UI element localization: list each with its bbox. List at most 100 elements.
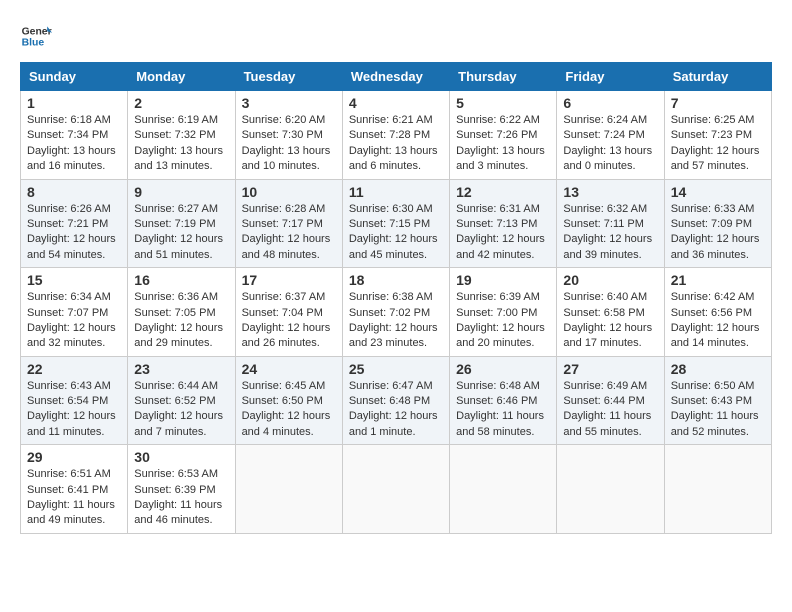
day-details: Sunrise: 6:32 AMSunset: 7:11 PMDaylight:…	[563, 202, 657, 264]
day-number: 8	[27, 184, 121, 200]
calendar-cell: 8Sunrise: 6:26 AMSunset: 7:21 PMDaylight…	[21, 179, 128, 268]
day-details: Sunrise: 6:38 AMSunset: 7:02 PMDaylight:…	[349, 290, 443, 352]
calendar-cell: 6 Sunrise: 6:24 AMSunset: 7:24 PMDaylight…	[557, 91, 664, 180]
calendar-cell: 10 Sunrise: 6:28 AMSunset: 7:17 PMDayligh…	[235, 179, 342, 268]
day-number: 2	[134, 95, 228, 111]
calendar-cell: 14 Sunrise: 6:33 AMSunset: 7:09 PMDayligh…	[664, 179, 771, 268]
day-details: Sunrise: 6:53 AMSunset: 6:39 PMDaylight:…	[134, 467, 228, 529]
weekday-header: Saturday	[664, 63, 771, 91]
day-number: 9	[134, 184, 228, 200]
weekday-header: Friday	[557, 63, 664, 91]
day-details: Sunrise: 6:45 AMSunset: 6:50 PMDaylight:…	[242, 379, 336, 441]
calendar-cell: 26Sunrise: 6:48 AMSunset: 6:46 PMDayligh…	[450, 356, 557, 445]
day-number: 24	[242, 361, 336, 377]
calendar-cell: 17 Sunrise: 6:37 AMSunset: 7:04 PMDayligh…	[235, 268, 342, 357]
day-number: 18	[349, 272, 443, 288]
calendar-cell: 7 Sunrise: 6:25 AMSunset: 7:23 PMDaylight…	[664, 91, 771, 180]
day-details: Sunrise: 6:30 AMSunset: 7:15 PMDaylight:…	[349, 202, 443, 264]
day-number: 7	[671, 95, 765, 111]
day-number: 10	[242, 184, 336, 200]
day-details: Sunrise: 6:20 AMSunset: 7:30 PMDaylight:…	[242, 113, 336, 175]
day-details: Sunrise: 6:39 AMSunset: 7:00 PMDaylight:…	[456, 290, 550, 352]
weekday-header: Sunday	[21, 63, 128, 91]
day-number: 11	[349, 184, 443, 200]
calendar-cell	[235, 445, 342, 534]
calendar-week-row: 15Sunrise: 6:34 AMSunset: 7:07 PMDayligh…	[21, 268, 772, 357]
day-details: Sunrise: 6:36 AMSunset: 7:05 PMDaylight:…	[134, 290, 228, 352]
calendar-body: 1Sunrise: 6:18 AMSunset: 7:34 PMDaylight…	[21, 91, 772, 534]
day-number: 25	[349, 361, 443, 377]
day-number: 30	[134, 449, 228, 465]
calendar-cell: 23 Sunrise: 6:44 AMSunset: 6:52 PMDayligh…	[128, 356, 235, 445]
weekday-header: Tuesday	[235, 63, 342, 91]
day-details: Sunrise: 6:24 AMSunset: 7:24 PMDaylight:…	[563, 113, 657, 175]
calendar-header-row: SundayMondayTuesdayWednesdayThursdayFrid…	[21, 63, 772, 91]
calendar-cell	[664, 445, 771, 534]
calendar-cell: 2Sunrise: 6:19 AMSunset: 7:32 PMDaylight…	[128, 91, 235, 180]
calendar-cell: 30 Sunrise: 6:53 AMSunset: 6:39 PMDayligh…	[128, 445, 235, 534]
calendar-cell: 27 Sunrise: 6:49 AMSunset: 6:44 PMDayligh…	[557, 356, 664, 445]
day-number: 3	[242, 95, 336, 111]
day-number: 23	[134, 361, 228, 377]
day-number: 22	[27, 361, 121, 377]
day-details: Sunrise: 6:33 AMSunset: 7:09 PMDaylight:…	[671, 202, 765, 264]
calendar-week-row: 22 Sunrise: 6:43 AMSunset: 6:54 PMDayligh…	[21, 356, 772, 445]
day-details: Sunrise: 6:51 AMSunset: 6:41 PMDaylight:…	[27, 467, 121, 529]
day-details: Sunrise: 6:21 AMSunset: 7:28 PMDaylight:…	[349, 113, 443, 175]
calendar-cell: 15Sunrise: 6:34 AMSunset: 7:07 PMDayligh…	[21, 268, 128, 357]
day-details: Sunrise: 6:50 AMSunset: 6:43 PMDaylight:…	[671, 379, 765, 441]
day-details: Sunrise: 6:48 AMSunset: 6:46 PMDaylight:…	[456, 379, 550, 441]
day-number: 27	[563, 361, 657, 377]
day-number: 21	[671, 272, 765, 288]
calendar-cell: 3 Sunrise: 6:20 AMSunset: 7:30 PMDaylight…	[235, 91, 342, 180]
day-details: Sunrise: 6:43 AMSunset: 6:54 PMDaylight:…	[27, 379, 121, 441]
day-number: 5	[456, 95, 550, 111]
calendar-cell: 18 Sunrise: 6:38 AMSunset: 7:02 PMDayligh…	[342, 268, 449, 357]
calendar-cell: 9 Sunrise: 6:27 AMSunset: 7:19 PMDaylight…	[128, 179, 235, 268]
logo-icon: General Blue	[20, 20, 52, 52]
day-number: 28	[671, 361, 765, 377]
day-number: 4	[349, 95, 443, 111]
day-details: Sunrise: 6:42 AMSunset: 6:56 PMDaylight:…	[671, 290, 765, 352]
weekday-header: Wednesday	[342, 63, 449, 91]
svg-text:Blue: Blue	[22, 38, 45, 49]
calendar-cell: 16 Sunrise: 6:36 AMSunset: 7:05 PMDayligh…	[128, 268, 235, 357]
day-number: 17	[242, 272, 336, 288]
calendar-cell	[450, 445, 557, 534]
calendar-cell: 24 Sunrise: 6:45 AMSunset: 6:50 PMDayligh…	[235, 356, 342, 445]
day-number: 19	[456, 272, 550, 288]
day-details: Sunrise: 6:28 AMSunset: 7:17 PMDaylight:…	[242, 202, 336, 264]
day-details: Sunrise: 6:49 AMSunset: 6:44 PMDaylight:…	[563, 379, 657, 441]
weekday-header: Monday	[128, 63, 235, 91]
calendar-cell: 22 Sunrise: 6:43 AMSunset: 6:54 PMDayligh…	[21, 356, 128, 445]
day-number: 13	[563, 184, 657, 200]
logo: General Blue	[20, 20, 52, 52]
day-details: Sunrise: 6:37 AMSunset: 7:04 PMDaylight:…	[242, 290, 336, 352]
calendar-cell: 11 Sunrise: 6:30 AMSunset: 7:15 PMDayligh…	[342, 179, 449, 268]
day-details: Sunrise: 6:31 AMSunset: 7:13 PMDaylight:…	[456, 202, 550, 264]
calendar-cell: 20 Sunrise: 6:40 AMSunset: 6:58 PMDayligh…	[557, 268, 664, 357]
calendar-week-row: 1Sunrise: 6:18 AMSunset: 7:34 PMDaylight…	[21, 91, 772, 180]
day-details: Sunrise: 6:22 AMSunset: 7:26 PMDaylight:…	[456, 113, 550, 175]
calendar-week-row: 29 Sunrise: 6:51 AMSunset: 6:41 PMDayligh…	[21, 445, 772, 534]
calendar-cell: 28 Sunrise: 6:50 AMSunset: 6:43 PMDayligh…	[664, 356, 771, 445]
day-number: 15	[27, 272, 121, 288]
day-number: 14	[671, 184, 765, 200]
day-number: 1	[27, 95, 121, 111]
day-number: 16	[134, 272, 228, 288]
day-details: Sunrise: 6:40 AMSunset: 6:58 PMDaylight:…	[563, 290, 657, 352]
day-details: Sunrise: 6:44 AMSunset: 6:52 PMDaylight:…	[134, 379, 228, 441]
calendar-cell: 29 Sunrise: 6:51 AMSunset: 6:41 PMDayligh…	[21, 445, 128, 534]
calendar-week-row: 8Sunrise: 6:26 AMSunset: 7:21 PMDaylight…	[21, 179, 772, 268]
weekday-header: Thursday	[450, 63, 557, 91]
day-number: 29	[27, 449, 121, 465]
calendar-cell: 13 Sunrise: 6:32 AMSunset: 7:11 PMDayligh…	[557, 179, 664, 268]
day-number: 20	[563, 272, 657, 288]
day-details: Sunrise: 6:25 AMSunset: 7:23 PMDaylight:…	[671, 113, 765, 175]
page-header: General Blue	[20, 20, 772, 52]
calendar-cell: 21 Sunrise: 6:42 AMSunset: 6:56 PMDayligh…	[664, 268, 771, 357]
calendar-cell	[342, 445, 449, 534]
day-details: Sunrise: 6:47 AMSunset: 6:48 PMDaylight:…	[349, 379, 443, 441]
day-number: 6	[563, 95, 657, 111]
day-details: Sunrise: 6:27 AMSunset: 7:19 PMDaylight:…	[134, 202, 228, 264]
